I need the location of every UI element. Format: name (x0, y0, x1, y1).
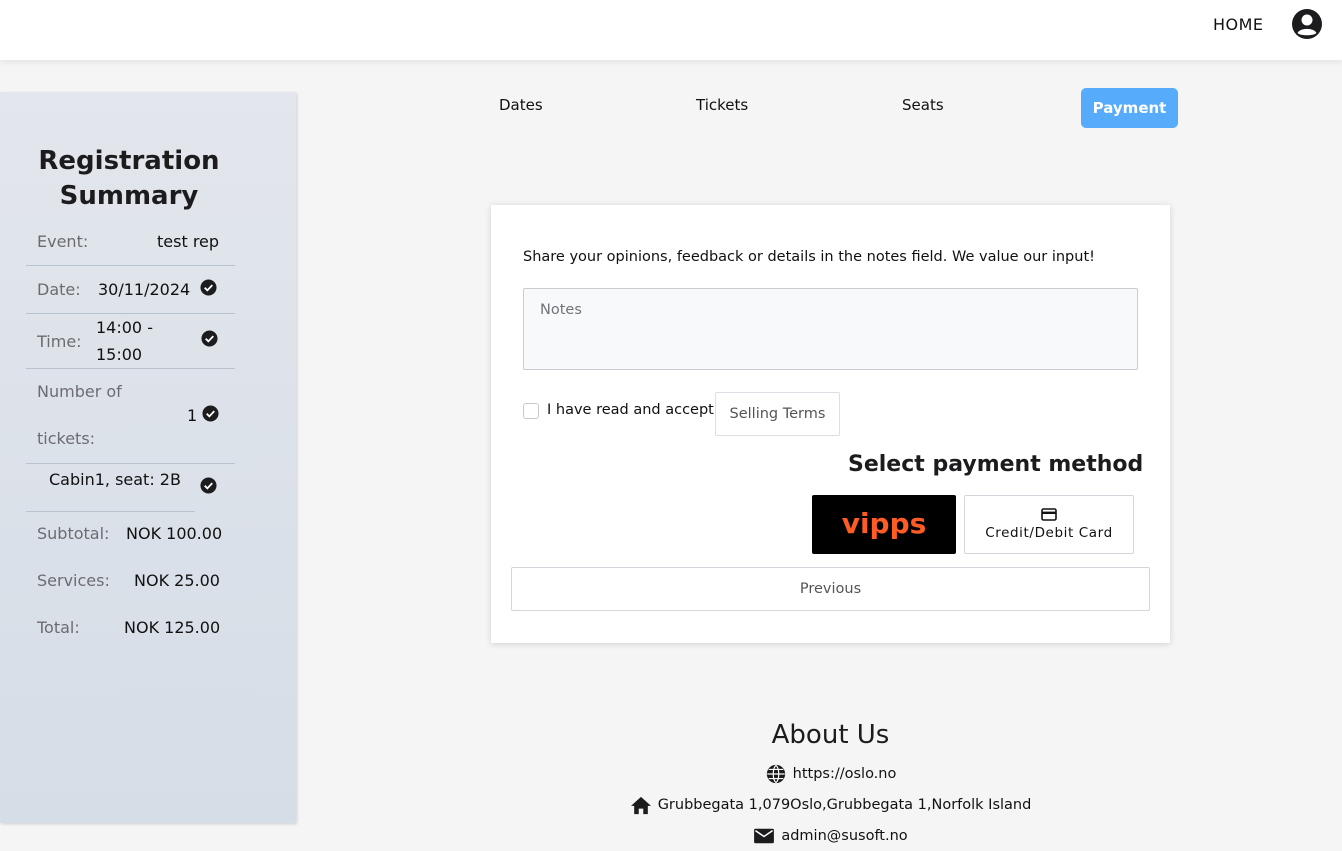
services-value: NOK 25.00 (134, 571, 220, 590)
summary-row-event: Event: test rep (26, 222, 235, 266)
payment-form-card: Share your opinions, feedback or details… (491, 205, 1170, 643)
date-label: Date: (37, 280, 81, 299)
summary-row-seat: Cabin1, seat: 2B (26, 464, 217, 512)
vipps-logo-icon: vipps (842, 508, 927, 540)
step-tickets[interactable]: Tickets (696, 96, 748, 114)
card-payment-label: Credit/Debit Card (985, 525, 1113, 541)
accept-terms-checkbox[interactable] (523, 403, 539, 419)
time-value-start: 14:00 - (96, 318, 153, 337)
footer-email-line: admin@susoft.no (0, 827, 1342, 845)
tickets-value: 1 (187, 406, 198, 425)
footer-address: Grubbegata 1,079Oslo,Grubbegata 1,Norfol… (657, 797, 1032, 813)
mail-icon (754, 828, 775, 844)
step-seats[interactable]: Seats (902, 96, 944, 114)
about-us-title: About Us (771, 720, 890, 750)
tickets-label-line2: tickets: (37, 429, 96, 448)
credit-card-icon (1041, 508, 1057, 521)
check-circle-icon (200, 477, 217, 494)
previous-button[interactable]: Previous (511, 567, 1150, 611)
summary-row-subtotal: Subtotal: NOK 100.00 (26, 524, 235, 554)
summary-row-tickets: Number of tickets: 1 (26, 369, 235, 464)
card-payment-button[interactable]: Credit/Debit Card (964, 495, 1134, 554)
footer-website-line: https://oslo.no (0, 763, 1342, 785)
event-value: test rep (157, 232, 220, 251)
payment-method-title: Select payment method (848, 452, 1144, 477)
user-circle-icon[interactable] (1291, 8, 1323, 40)
subtotal-value: NOK 100.00 (126, 524, 223, 543)
step-dates[interactable]: Dates (499, 96, 543, 114)
tickets-label-line1: Number of (37, 382, 122, 401)
summary-row-date: Date: 30/11/2024 (26, 266, 235, 314)
event-label: Event: (37, 232, 89, 251)
footer-email[interactable]: admin@susoft.no (781, 828, 907, 844)
footer-address-line: Grubbegata 1,079Oslo,Grubbegata 1,Norfol… (0, 795, 1342, 815)
footer-website[interactable]: https://oslo.no (793, 766, 897, 782)
notes-field[interactable] (523, 288, 1138, 370)
summary-row-total: Total: NOK 125.00 (26, 618, 235, 648)
seat-value: Cabin1, seat: 2B (49, 470, 181, 489)
top-navbar: HOME (0, 0, 1342, 60)
home-link[interactable]: HOME (1213, 15, 1264, 34)
globe-icon (766, 764, 785, 784)
total-label: Total: (37, 618, 80, 637)
subtotal-label: Subtotal: (37, 524, 110, 543)
time-label: Time: (37, 332, 82, 351)
services-label: Services: (37, 571, 110, 590)
summary-row-time: Time: 14:00 - 15:00 (26, 314, 235, 369)
check-circle-icon (201, 330, 218, 347)
vipps-payment-button[interactable]: vipps (812, 495, 956, 554)
summary-title: Registration Summary (38, 146, 220, 211)
total-value: NOK 125.00 (124, 618, 221, 637)
accept-terms-label: I have read and accept (547, 402, 714, 418)
notes-intro-text: Share your opinions, feedback or details… (523, 249, 1095, 265)
summary-row-services: Services: NOK 25.00 (26, 571, 235, 601)
check-circle-icon (200, 279, 217, 296)
svg-text:vipps: vipps (842, 508, 927, 540)
selling-terms-button[interactable]: Selling Terms (715, 392, 840, 436)
check-circle-icon (202, 405, 219, 422)
time-value-end: 15:00 (96, 345, 143, 364)
date-value: 30/11/2024 (98, 280, 191, 299)
home-icon (630, 796, 651, 815)
step-payment[interactable]: Payment (1081, 88, 1178, 128)
registration-summary-panel: Registration Summary Event: test rep Dat… (0, 92, 296, 823)
